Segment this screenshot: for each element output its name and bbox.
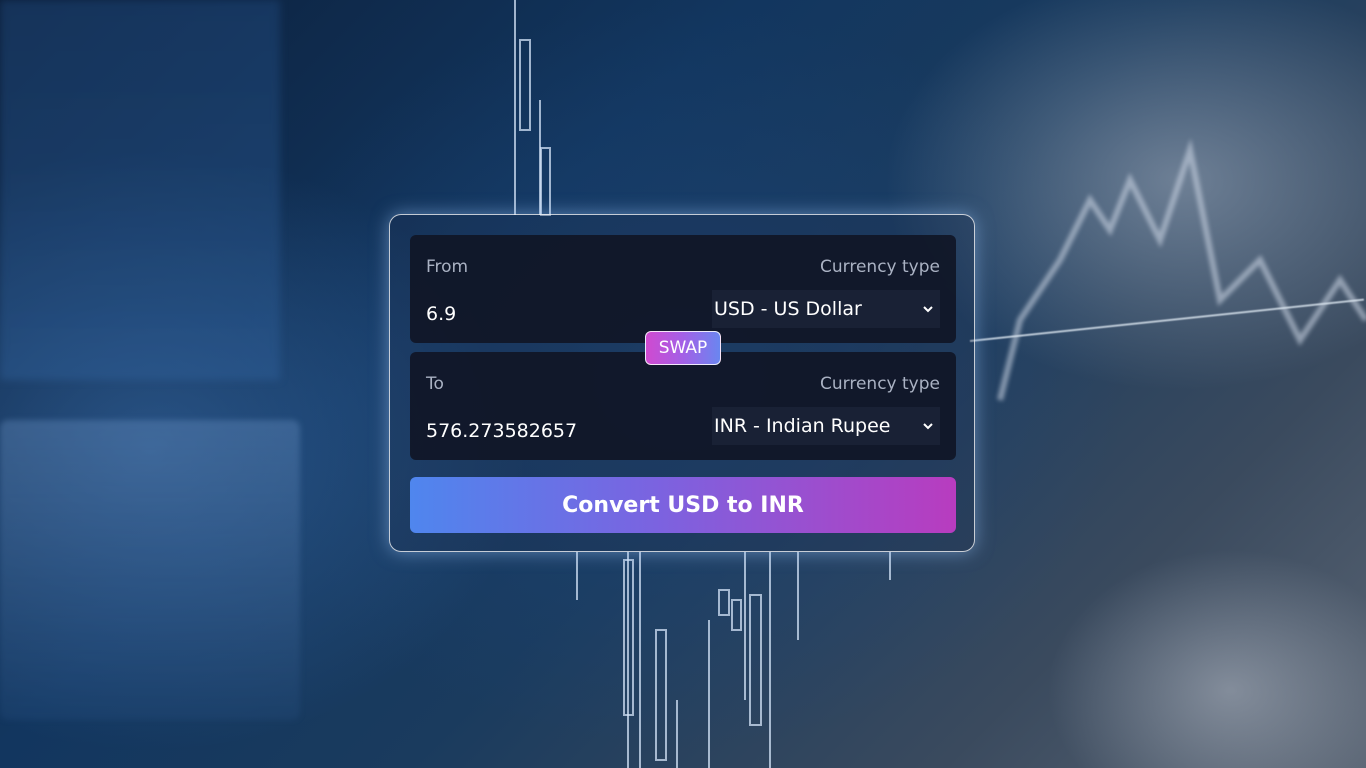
from-section: From Currency type USD - US Dollar	[410, 235, 956, 343]
from-amount-input[interactable]	[426, 303, 686, 325]
to-currency-type-label: Currency type	[820, 374, 940, 394]
from-currency-type-label: Currency type	[820, 257, 940, 277]
converter-card: From Currency type USD - US Dollar SWAP …	[389, 214, 975, 552]
chevron-down-icon	[918, 299, 938, 319]
to-label: To	[426, 374, 444, 394]
from-currency-select[interactable]: USD - US Dollar	[712, 290, 940, 328]
swap-button[interactable]: SWAP	[645, 331, 721, 365]
to-amount-input[interactable]	[426, 420, 686, 442]
chevron-down-icon	[918, 416, 938, 436]
convert-button[interactable]: Convert USD to INR	[410, 477, 956, 533]
to-section: To Currency type INR - Indian Rupee	[410, 352, 956, 460]
to-currency-select[interactable]: INR - Indian Rupee	[712, 407, 940, 445]
from-currency-value: USD - US Dollar	[714, 298, 862, 320]
from-label: From	[426, 257, 469, 277]
to-currency-value: INR - Indian Rupee	[714, 415, 891, 437]
